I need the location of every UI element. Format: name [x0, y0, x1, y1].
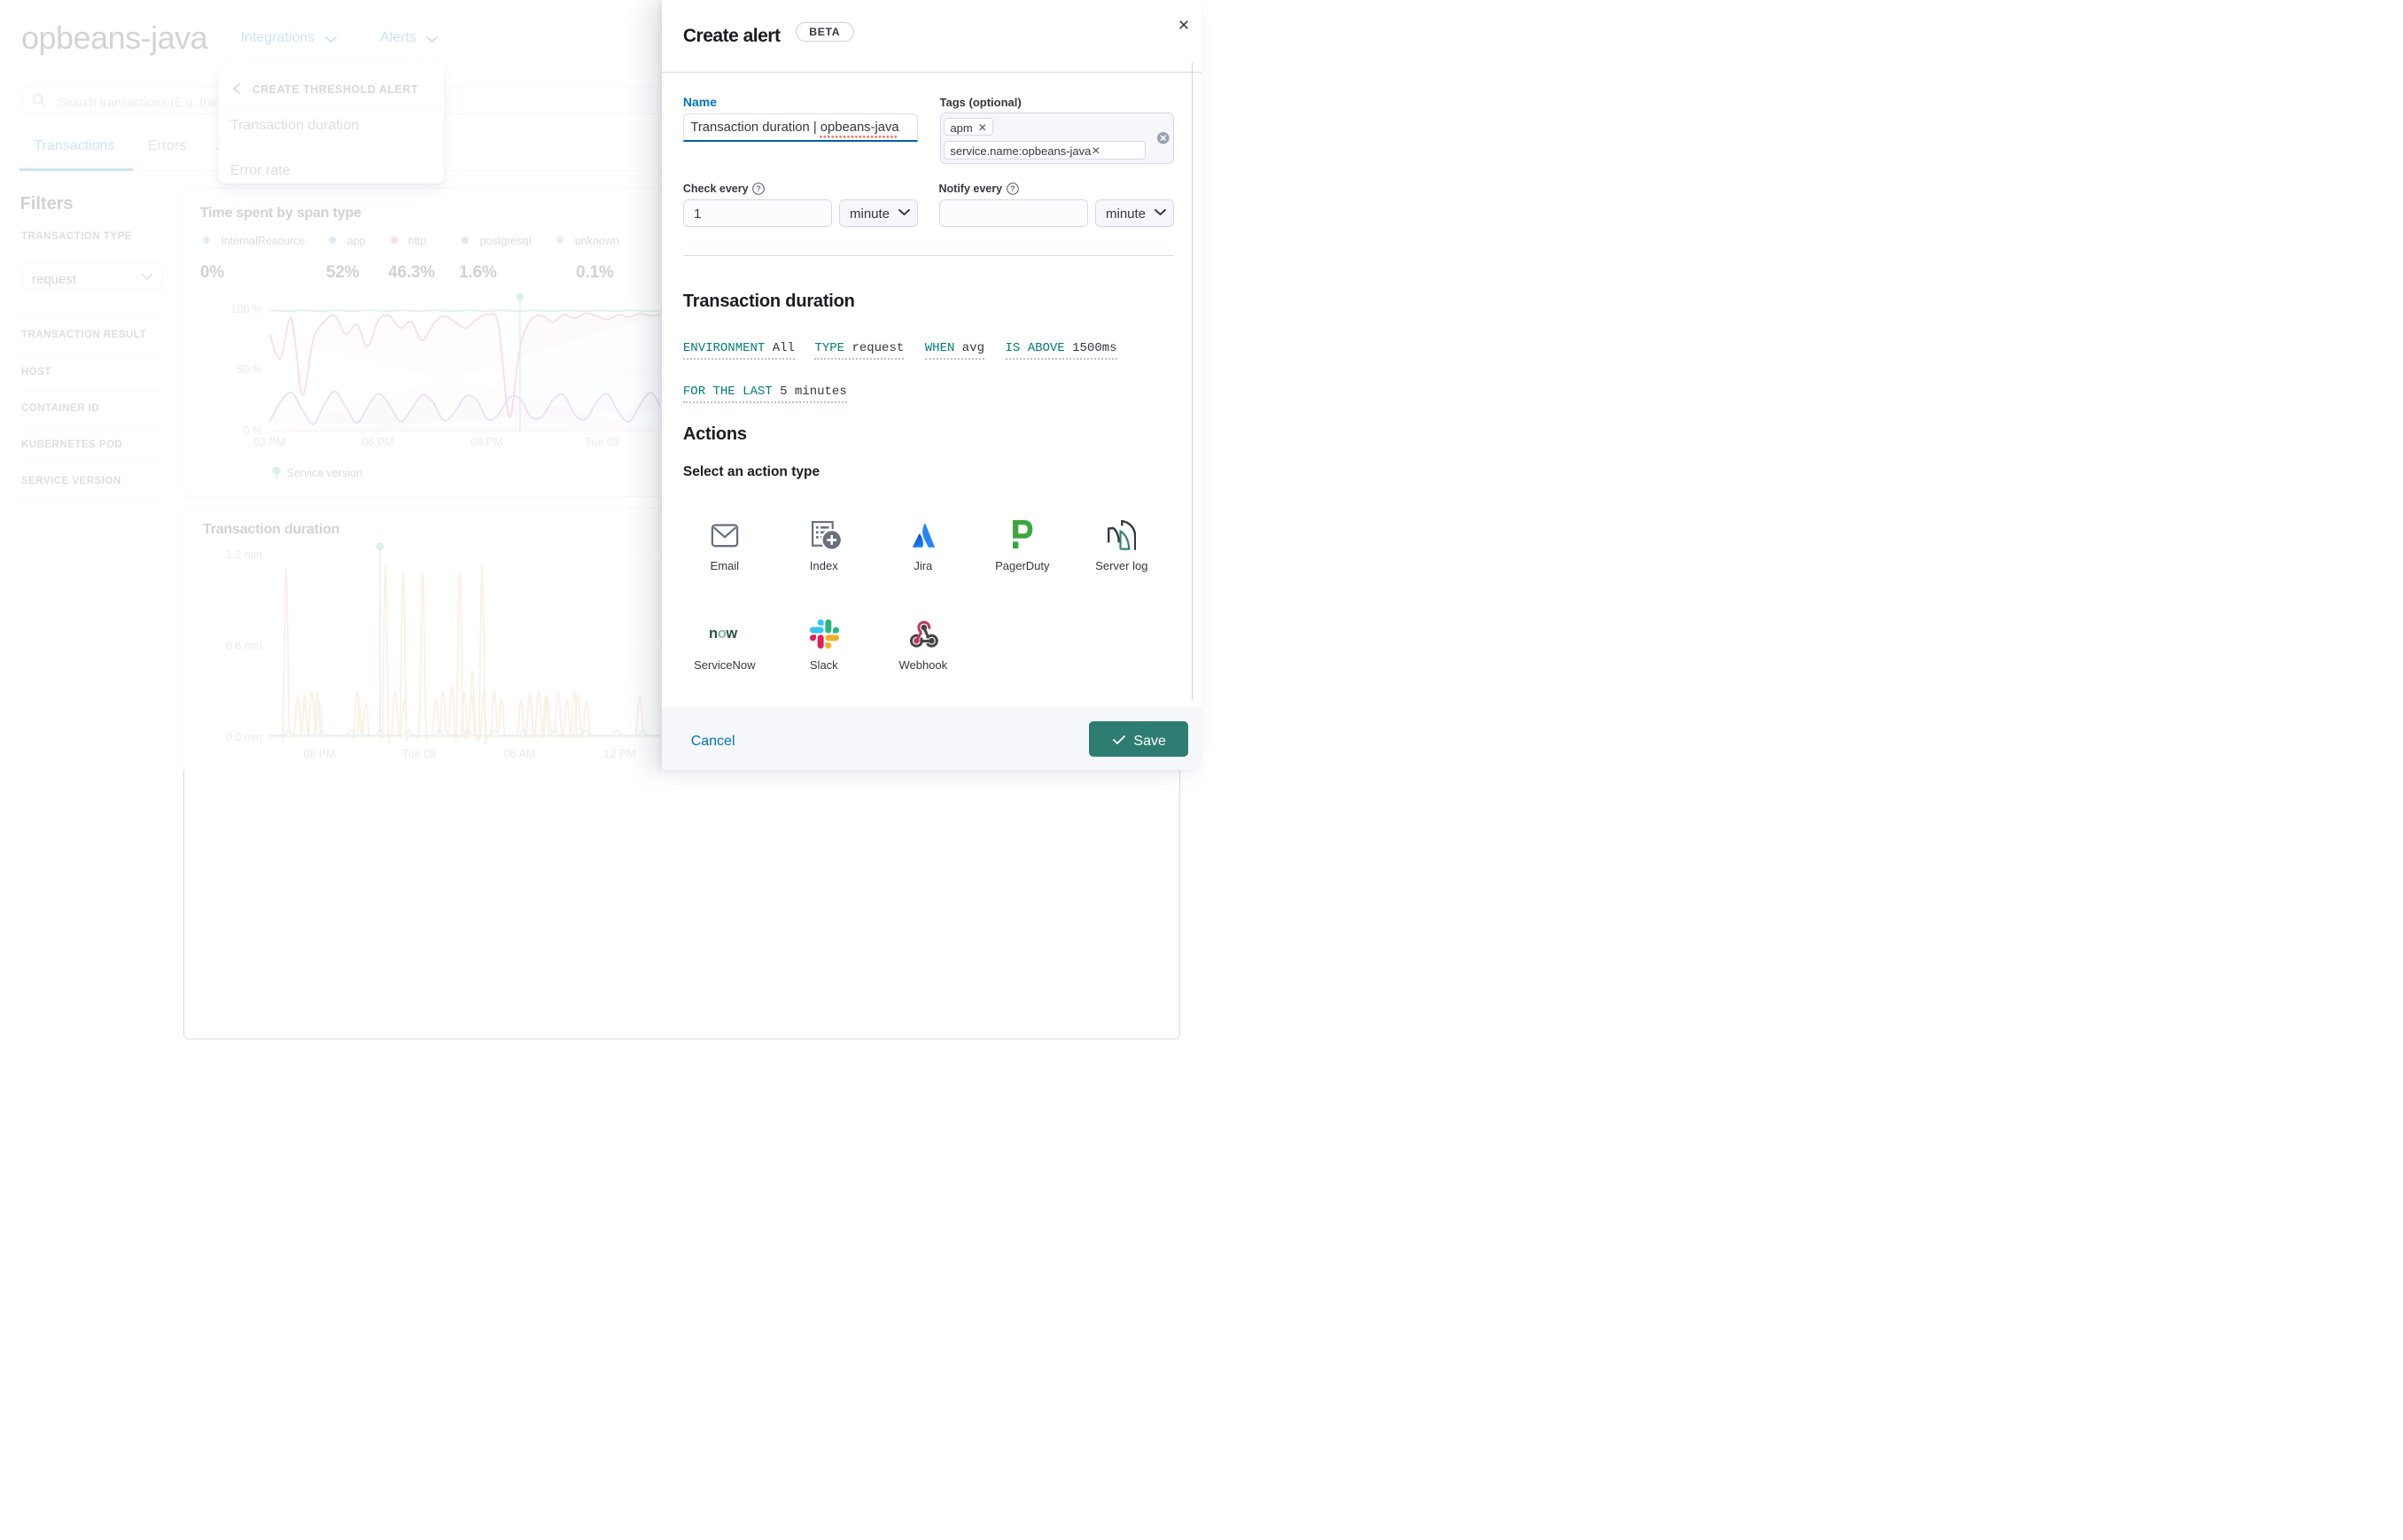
svg-text:now: now [709, 626, 737, 642]
svg-text:?: ? [756, 184, 761, 193]
svg-text:?: ? [1010, 184, 1015, 193]
